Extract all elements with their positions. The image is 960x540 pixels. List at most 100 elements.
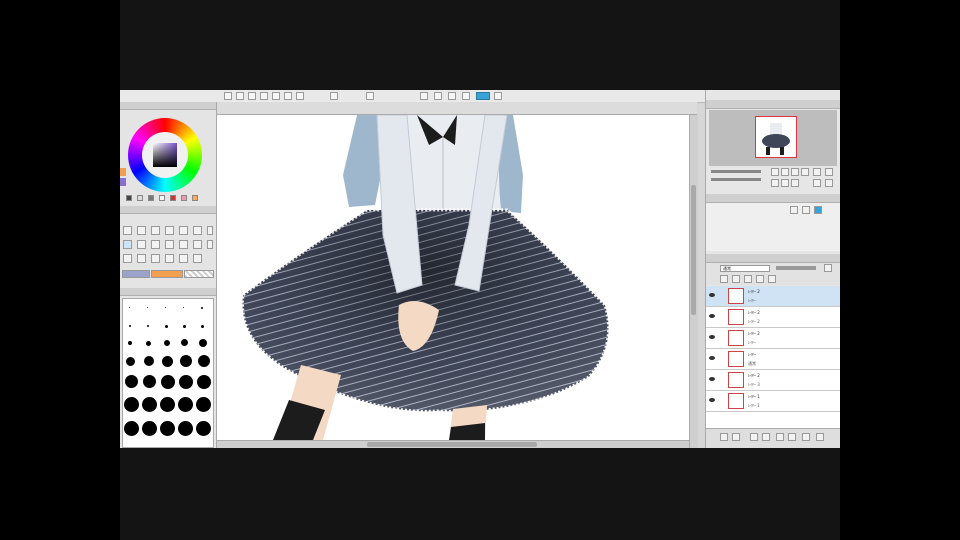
sub-color-bar[interactable] <box>151 270 183 278</box>
fit-icon[interactable] <box>791 168 799 176</box>
mask-icon[interactable] <box>768 275 776 283</box>
swatch-pink[interactable] <box>180 195 187 201</box>
new-layer-icon[interactable] <box>720 433 728 441</box>
cut-icon[interactable] <box>296 92 304 100</box>
color-wheel-icon[interactable] <box>128 118 202 192</box>
undo-icon[interactable] <box>260 92 268 100</box>
fill-tool-icon[interactable] <box>207 240 213 249</box>
move-tool-icon[interactable] <box>137 226 146 235</box>
brush-size-item[interactable] <box>183 325 186 328</box>
nav-close-icon[interactable] <box>825 179 833 187</box>
brush-size-item[interactable] <box>142 421 157 436</box>
main-color-bar[interactable] <box>122 270 150 278</box>
save-icon[interactable] <box>248 92 256 100</box>
clip-icon[interactable] <box>732 275 740 283</box>
reset-icon[interactable] <box>791 179 799 187</box>
eye-icon[interactable] <box>709 356 715 360</box>
reference-icon[interactable] <box>744 275 752 283</box>
property-icon[interactable] <box>802 206 810 214</box>
canvas-horizontal-scrollbar[interactable] <box>217 440 689 448</box>
text-tool-icon[interactable] <box>165 254 174 263</box>
layer-panel-tab[interactable] <box>706 254 840 263</box>
brush-size-item[interactable] <box>161 375 175 389</box>
property-active-icon[interactable] <box>814 206 822 214</box>
brush-size-item[interactable] <box>126 357 135 366</box>
brush-size-item[interactable] <box>160 397 175 412</box>
brush-size-item[interactable] <box>201 325 204 328</box>
draft-icon[interactable] <box>756 275 764 283</box>
zoom-out-icon[interactable] <box>781 168 789 176</box>
settings-icon[interactable] <box>494 92 502 100</box>
brush-size-item[interactable] <box>196 421 211 436</box>
brush-size-item[interactable] <box>179 375 193 389</box>
eye-icon[interactable] <box>709 335 715 339</box>
brush-size-tab[interactable] <box>120 288 216 296</box>
lasso-tool-icon[interactable] <box>165 226 174 235</box>
swatch-white[interactable] <box>158 195 165 201</box>
blend-mode-select[interactable]: 通常 <box>720 265 770 272</box>
brush-size-item[interactable] <box>165 325 168 328</box>
brush-size-item[interactable] <box>124 397 139 412</box>
layer-row[interactable]: ﾚｲﾔｰ 通常 <box>706 349 840 370</box>
transparent-color-bar[interactable] <box>184 270 214 278</box>
snap-icon[interactable] <box>462 92 470 100</box>
fill-layer-icon[interactable] <box>802 433 810 441</box>
brush-size-item[interactable] <box>197 375 211 389</box>
brush-size-item[interactable] <box>178 397 193 412</box>
brush-size-item[interactable] <box>124 421 139 436</box>
actual-size-icon[interactable] <box>801 168 809 176</box>
brush-tool-icon[interactable] <box>151 240 160 249</box>
zoom-tool-icon[interactable] <box>123 226 132 235</box>
layer-row[interactable]: ﾚｲﾔｰ 2 ﾚｲﾔｰ <box>706 328 840 349</box>
navigator-preview[interactable] <box>755 116 797 158</box>
frame-tool-icon[interactable] <box>151 254 160 263</box>
swatch-red[interactable] <box>169 195 176 201</box>
brush-size-item[interactable] <box>125 375 138 388</box>
brush-size-item[interactable] <box>128 341 132 345</box>
brush-size-item[interactable] <box>164 340 170 346</box>
saturation-value-square[interactable] <box>153 143 177 167</box>
opacity-value[interactable] <box>824 264 832 272</box>
zoom-in-icon[interactable] <box>771 168 779 176</box>
flip-v-icon[interactable] <box>781 179 789 187</box>
brush-size-item[interactable] <box>199 339 207 347</box>
flip-h-icon[interactable] <box>771 179 779 187</box>
pencil-tool-icon[interactable] <box>137 240 146 249</box>
crop-icon[interactable] <box>366 92 374 100</box>
zoom-slider[interactable] <box>711 170 761 173</box>
navigator-tab[interactable] <box>706 100 840 109</box>
clear-icon[interactable] <box>284 92 292 100</box>
eyedropper-tool-icon[interactable] <box>193 226 202 235</box>
brush-size-item[interactable] <box>143 375 156 388</box>
eye-icon[interactable] <box>709 377 715 381</box>
eye-icon[interactable] <box>709 398 715 402</box>
swatch-light[interactable] <box>136 195 143 201</box>
brush-size-item[interactable] <box>146 341 151 346</box>
select-all-icon[interactable] <box>420 92 428 100</box>
layer-property-tab[interactable] <box>706 194 840 203</box>
eraser-tool-icon[interactable] <box>179 240 188 249</box>
layer-row[interactable]: ﾚｲﾔｰ 1 ﾚｲﾔｰ 1 <box>706 391 840 412</box>
ruler-tool-icon[interactable] <box>193 254 202 263</box>
swatch-orange[interactable] <box>191 195 198 201</box>
brush-size-item[interactable] <box>180 355 192 367</box>
brush-size-item[interactable] <box>178 421 193 436</box>
rotate-slider[interactable] <box>711 178 761 181</box>
select-tool-icon[interactable] <box>151 226 160 235</box>
brush-size-item[interactable] <box>144 356 154 366</box>
more-tools-icon[interactable] <box>207 226 213 235</box>
brush-size-item[interactable] <box>165 307 166 308</box>
snap-toggle-icon[interactable] <box>476 92 490 100</box>
tool-panel-tab[interactable] <box>120 206 216 214</box>
color-wheel-tab[interactable] <box>120 102 216 110</box>
canvas-vertical-scrollbar[interactable] <box>689 115 698 448</box>
layer-row[interactable]: ﾚｲﾔｰ 2 ﾚｲﾔｰ 3 <box>706 370 840 391</box>
lock-icon[interactable] <box>720 275 728 283</box>
redo-icon[interactable] <box>272 92 280 100</box>
brush-size-item[interactable] <box>147 307 148 308</box>
figure-tool-icon[interactable] <box>137 254 146 263</box>
eye-icon[interactable] <box>709 293 715 297</box>
nav-option-icon[interactable] <box>813 179 821 187</box>
mask-layer-icon[interactable] <box>776 433 784 441</box>
brush-size-item[interactable] <box>142 397 157 412</box>
